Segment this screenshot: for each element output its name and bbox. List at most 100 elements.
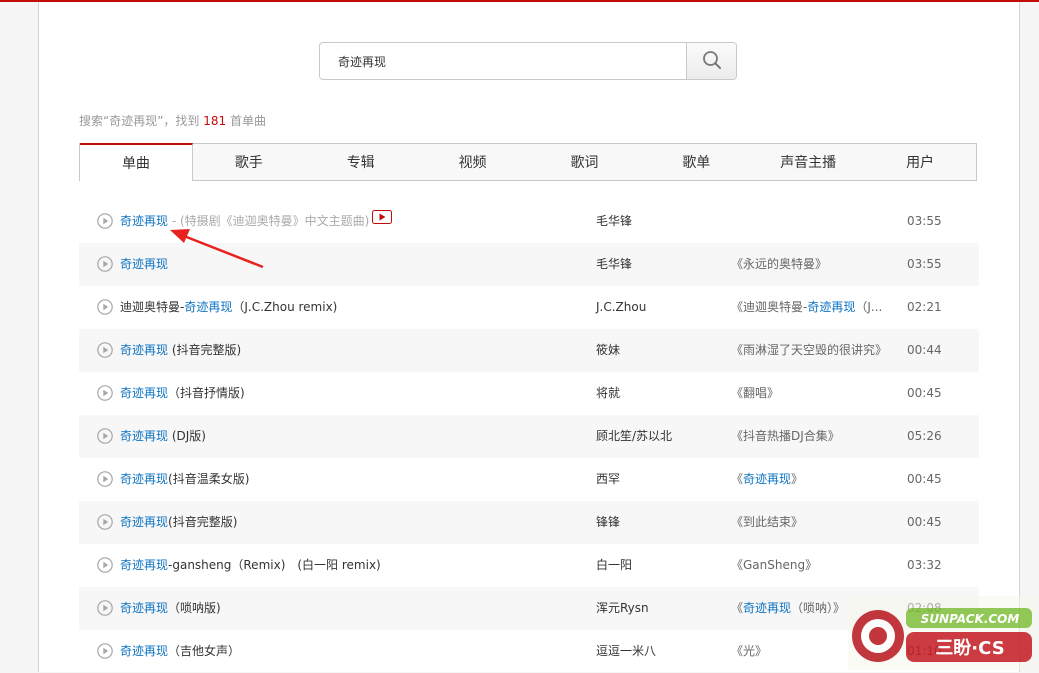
- song-artist[interactable]: 锋锋: [596, 501, 620, 544]
- song-album-part: 《永远的奥特曼》: [731, 257, 828, 271]
- song-title-part: 迪迦奥特曼-: [120, 300, 185, 314]
- watermark-logo: SUNPACK.COM 三盼·CS: [848, 596, 1036, 670]
- song-title-part: （抖音抒情版): [168, 386, 245, 400]
- song-title-part: (抖音温柔女版): [168, 472, 250, 486]
- tab-4[interactable]: 歌词: [529, 144, 641, 180]
- song-row[interactable]: 奇迹再现(抖音温柔女版) 西罕 《奇迹再现》 00:45: [79, 458, 979, 501]
- song-artist[interactable]: 逗逗一米八: [596, 630, 656, 673]
- song-artist[interactable]: 顾北笙/苏以北: [596, 415, 672, 458]
- play-circle-icon[interactable]: [97, 299, 113, 315]
- play-circle-icon[interactable]: [97, 600, 113, 616]
- song-album[interactable]: 《永远的奥特曼》: [731, 243, 891, 286]
- song-row[interactable]: 奇迹再现（唢呐版)浑元Rysn《奇迹再现（唢呐）》02:08: [79, 587, 979, 630]
- song-album-part: 《抖音热播DJ合集》: [731, 429, 840, 443]
- song-album-part: 《雨淋湿了天空毁的很讲究》: [731, 343, 888, 357]
- song-title-part: - (特摄剧《迪迦奥特曼》中文主题曲): [168, 214, 370, 228]
- search-summary: 搜索“奇迹再现”，找到 181 首单曲: [79, 112, 266, 129]
- tab-5[interactable]: 歌单: [640, 144, 752, 180]
- song-artist[interactable]: 毛华锋: [596, 200, 632, 243]
- song-title[interactable]: 奇迹再现(抖音完整版): [120, 501, 590, 544]
- song-title-part: 奇迹再现: [120, 515, 169, 529]
- svg-text:SUNPACK.COM: SUNPACK.COM: [921, 612, 1020, 626]
- song-title[interactable]: 奇迹再现(抖音温柔女版): [120, 458, 590, 501]
- song-row[interactable]: 奇迹再现 - (特摄剧《迪迦奥特曼》中文主题曲) 毛华锋 03:55: [79, 200, 979, 243]
- song-album-part: 奇迹再现: [807, 300, 856, 314]
- song-row[interactable]: 迪迦奥特曼-奇迹再现（J.C.Zhou remix) J.C.Zhou 《迪迦奥特曼…: [79, 286, 979, 329]
- summary-suffix: 首单曲: [226, 114, 266, 128]
- song-album[interactable]: 《奇迹再现》: [731, 458, 891, 501]
- play-circle-icon[interactable]: [97, 514, 113, 530]
- song-artist[interactable]: 西罕: [596, 458, 620, 501]
- song-row[interactable]: 奇迹再现-gansheng（Remix) (白一阳 remix) 白一阳 《GanS…: [79, 544, 979, 587]
- play-circle-icon[interactable]: [97, 385, 113, 401]
- search-icon: [702, 50, 722, 73]
- song-album[interactable]: 《抖音热播DJ合集》: [731, 415, 891, 458]
- song-album[interactable]: 《翻唱》: [731, 372, 891, 415]
- tab-7[interactable]: 用户: [864, 144, 976, 180]
- song-album-part: 《光》: [731, 644, 768, 658]
- song-album-part: 奇迹再现: [743, 472, 792, 486]
- song-title[interactable]: 奇迹再现 - (特摄剧《迪迦奥特曼》中文主题曲): [120, 200, 590, 243]
- song-album-part: 》: [791, 472, 804, 486]
- song-title[interactable]: 奇迹再现（抖音抒情版): [120, 372, 590, 415]
- play-circle-icon[interactable]: [97, 557, 113, 573]
- song-title[interactable]: 奇迹再现（吉他女声）: [120, 630, 590, 673]
- song-title[interactable]: 迪迦奥特曼-奇迹再现（J.C.Zhou remix): [120, 286, 590, 329]
- song-artist[interactable]: 浑元Rysn: [596, 587, 649, 630]
- song-title-part: 奇迹再现: [184, 300, 233, 314]
- song-row[interactable]: 奇迹再现 毛华锋 《永远的奥特曼》 03:55: [79, 243, 979, 286]
- play-circle-icon[interactable]: [97, 342, 113, 358]
- mv-video-icon[interactable]: [372, 200, 393, 242]
- song-row[interactable]: 奇迹再现（吉他女声）逗逗一米八《光》01:10: [79, 630, 979, 673]
- search-button[interactable]: [686, 43, 736, 79]
- play-circle-icon[interactable]: [97, 213, 113, 229]
- play-circle-icon[interactable]: [97, 256, 113, 272]
- search-input[interactable]: [320, 43, 688, 79]
- result-count: 181: [203, 114, 227, 128]
- tab-3[interactable]: 视频: [417, 144, 529, 180]
- song-album[interactable]: 《雨淋湿了天空毁的很讲究》: [731, 329, 891, 372]
- song-title-part: （吉他女声）: [168, 644, 241, 658]
- song-album[interactable]: 《到此结束》: [731, 501, 891, 544]
- play-circle-icon[interactable]: [97, 471, 113, 487]
- song-album-part: 《: [731, 472, 744, 486]
- song-title[interactable]: 奇迹再现（唢呐版): [120, 587, 590, 630]
- song-artist[interactable]: J.C.Zhou: [596, 286, 646, 329]
- song-row[interactable]: 奇迹再现（抖音抒情版) 将就 《翻唱》 00:45: [79, 372, 979, 415]
- tab-1[interactable]: 歌手: [193, 144, 305, 180]
- song-artist[interactable]: 筱妹: [596, 329, 620, 372]
- song-album[interactable]: 《迪迦奥特曼-奇迹再现（J...: [731, 286, 891, 329]
- song-duration: 03:55: [907, 214, 942, 228]
- song-album[interactable]: 《GanSheng》: [731, 544, 891, 587]
- song-artist[interactable]: 将就: [596, 372, 620, 415]
- song-title-part: (抖音完整版): [168, 343, 242, 357]
- song-title-part: 奇迹再现: [120, 343, 169, 357]
- song-row[interactable]: 奇迹再现 (DJ版) 顾北笙/苏以北 《抖音热播DJ合集》 05:26: [79, 415, 979, 458]
- summary-prefix: 搜索“奇迹再现”，找到: [79, 114, 204, 128]
- song-title[interactable]: 奇迹再现 (抖音完整版): [120, 329, 590, 372]
- song-artist[interactable]: 毛华锋: [596, 243, 632, 286]
- song-album-part: 《: [731, 601, 744, 615]
- song-row[interactable]: 奇迹再现 (抖音完整版) 筱妹 《雨淋湿了天空毁的很讲究》 00:44: [79, 329, 979, 372]
- tab-0[interactable]: 单曲: [80, 143, 193, 181]
- song-album-part: （唢呐）》: [791, 601, 846, 615]
- song-title-part: （J.C.Zhou remix): [232, 300, 338, 314]
- song-duration: 00:45: [907, 386, 942, 400]
- tab-6[interactable]: 声音主播: [752, 144, 864, 180]
- play-circle-icon[interactable]: [97, 643, 113, 659]
- song-title-part: 奇迹再现: [120, 558, 169, 572]
- song-row[interactable]: 奇迹再现(抖音完整版) 锋锋 《到此结束》 00:45: [79, 501, 979, 544]
- song-list: 奇迹再现 - (特摄剧《迪迦奥特曼》中文主题曲) 毛华锋 03:55 奇迹再现 毛华锋《…: [79, 200, 979, 673]
- tab-2[interactable]: 专辑: [305, 144, 417, 180]
- song-duration: 00:45: [907, 472, 942, 486]
- play-circle-icon[interactable]: [97, 428, 113, 444]
- song-duration: 03:32: [907, 558, 942, 572]
- song-title[interactable]: 奇迹再现 (DJ版): [120, 415, 590, 458]
- search-box: [319, 42, 737, 80]
- song-title[interactable]: 奇迹再现-gansheng（Remix) (白一阳 remix): [120, 544, 590, 587]
- song-title-part: 奇迹再现: [120, 644, 169, 658]
- song-title-part: 奇迹再现: [120, 214, 169, 228]
- song-artist[interactable]: 白一阳: [596, 544, 632, 587]
- song-title[interactable]: 奇迹再现: [120, 243, 590, 286]
- song-title-part: (DJ版): [168, 429, 206, 443]
